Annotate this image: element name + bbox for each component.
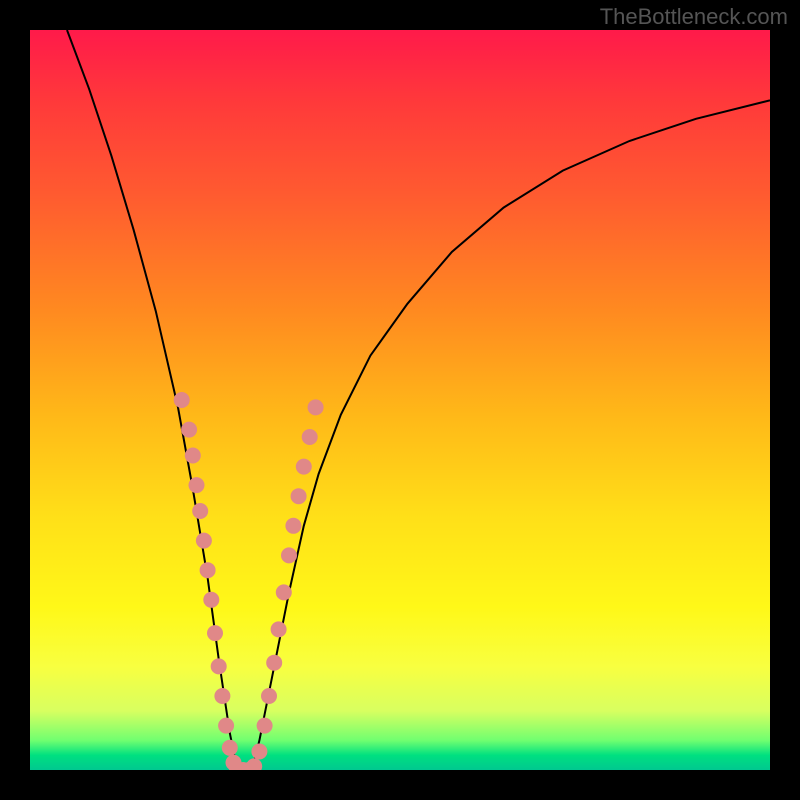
- data-point: [308, 399, 324, 415]
- data-point: [189, 477, 205, 493]
- data-point: [281, 547, 297, 563]
- data-point: [222, 740, 238, 756]
- data-point: [203, 592, 219, 608]
- data-point: [192, 503, 208, 519]
- data-points-group: [174, 392, 324, 770]
- data-point: [200, 562, 216, 578]
- bottleneck-curve: [67, 30, 770, 770]
- data-point: [261, 688, 277, 704]
- data-point: [207, 625, 223, 641]
- chart-svg: [30, 30, 770, 770]
- data-point: [185, 448, 201, 464]
- data-point: [285, 518, 301, 534]
- data-point: [246, 758, 262, 770]
- chart-plot-area: [30, 30, 770, 770]
- data-point: [181, 422, 197, 438]
- watermark-text: TheBottleneck.com: [600, 4, 788, 30]
- data-point: [251, 744, 267, 760]
- data-point: [214, 688, 230, 704]
- data-point: [211, 658, 227, 674]
- data-point: [218, 718, 234, 734]
- data-point: [302, 429, 318, 445]
- data-point: [266, 655, 282, 671]
- data-point: [257, 718, 273, 734]
- data-point: [271, 621, 287, 637]
- data-point: [276, 584, 292, 600]
- data-point: [174, 392, 190, 408]
- data-point: [291, 488, 307, 504]
- data-point: [296, 459, 312, 475]
- data-point: [196, 533, 212, 549]
